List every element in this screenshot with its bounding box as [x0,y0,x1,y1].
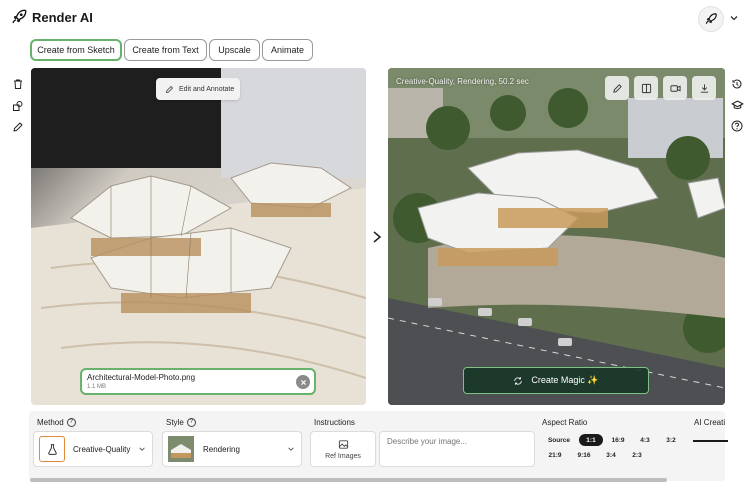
compare-button[interactable] [634,76,658,100]
result-image-panel[interactable]: Creative-Quality, Rendering, 50.2 sec Cr… [388,68,725,405]
ref-images-label: Ref Images [325,452,361,460]
app-title: Render AI [32,10,93,25]
close-icon [300,379,306,385]
video-icon [669,84,681,92]
chevron-right-icon[interactable] [371,230,383,244]
tab-create-from-text[interactable]: Create from Text [124,39,207,61]
graduation-cap-icon[interactable] [730,98,744,112]
rendered-building-image [388,68,725,405]
help-icon[interactable]: ? [66,418,76,428]
animate-video-button[interactable] [663,76,687,100]
method-label: Method? [37,418,76,428]
aspect-9-16[interactable]: 9:16 [572,449,596,461]
creativity-slider[interactable] [693,440,728,442]
tab-animate[interactable]: Animate [262,39,313,61]
tab-create-from-sketch[interactable]: Create from Sketch [30,39,122,61]
edit-result-button[interactable] [605,76,629,100]
flask-icon [39,436,65,462]
pencil-icon [166,85,174,93]
style-value: Rendering [203,444,240,454]
aspect-2-3[interactable]: 2:3 [625,449,649,461]
trash-icon[interactable] [11,77,25,91]
aspect-3-2[interactable]: 3:2 [659,434,683,446]
user-menu-button[interactable] [698,6,724,32]
compare-icon [641,83,651,93]
uploaded-file-card: Architectural-Model-Photo.png 1.1 MB [80,368,316,395]
chevron-down-icon [139,447,145,451]
shapes-icon[interactable] [11,99,25,113]
instructions-label: Instructions [314,418,355,427]
aspect-16-9[interactable]: 16:9 [606,434,630,446]
aspect-21-9[interactable]: 21:9 [543,449,567,461]
render-caption: Creative-Quality, Rendering, 50.2 sec [396,77,529,86]
ai-creativity-label: AI Creati [694,418,726,427]
rocket-icon [705,13,717,24]
chevron-down-icon[interactable] [729,13,739,23]
file-name: Architectural-Model-Photo.png [87,373,196,382]
aspect-4-3[interactable]: 4:3 [633,434,657,446]
create-magic-button[interactable]: Create Magic ✨ [463,367,649,394]
rocket-icon [12,9,27,24]
pencil-icon [612,83,622,93]
download-button[interactable] [692,76,716,100]
method-value: Creative-Quality [73,444,131,454]
create-magic-label: Create Magic ✨ [531,375,599,385]
remove-file-button[interactable] [296,375,310,389]
ref-images-button[interactable]: Ref Images [310,431,376,467]
aspect-source[interactable]: Source [543,434,575,446]
aspect-1-1[interactable]: 1:1 [579,434,603,446]
source-image-panel[interactable]: Edit and Annotate Architectural-Model-Ph… [31,68,366,405]
help-icon[interactable] [730,119,744,133]
image-icon [338,439,348,449]
style-label: Style? [166,418,196,428]
tab-upscale[interactable]: Upscale [209,39,260,61]
aspect-3-4[interactable]: 3:4 [599,449,623,461]
edit-annotate-label: Edit and Annotate [179,85,235,93]
help-icon[interactable]: ? [186,418,196,428]
style-thumbnail [168,436,194,462]
file-size: 1.1 MB [87,384,107,390]
pencil-icon[interactable] [11,120,25,134]
refresh-icon [514,376,523,385]
aspect-ratio-label: Aspect Ratio [542,418,588,427]
download-icon [700,83,708,93]
architectural-model-image [31,68,366,405]
edit-annotate-button[interactable]: Edit and Annotate [156,78,240,100]
method-select[interactable]: Creative-Quality [33,431,153,467]
history-icon[interactable] [730,77,744,91]
horizontal-scrollbar[interactable] [30,478,667,482]
style-select[interactable]: Rendering [162,431,302,467]
instructions-input[interactable] [379,431,535,467]
chevron-down-icon [288,447,294,451]
